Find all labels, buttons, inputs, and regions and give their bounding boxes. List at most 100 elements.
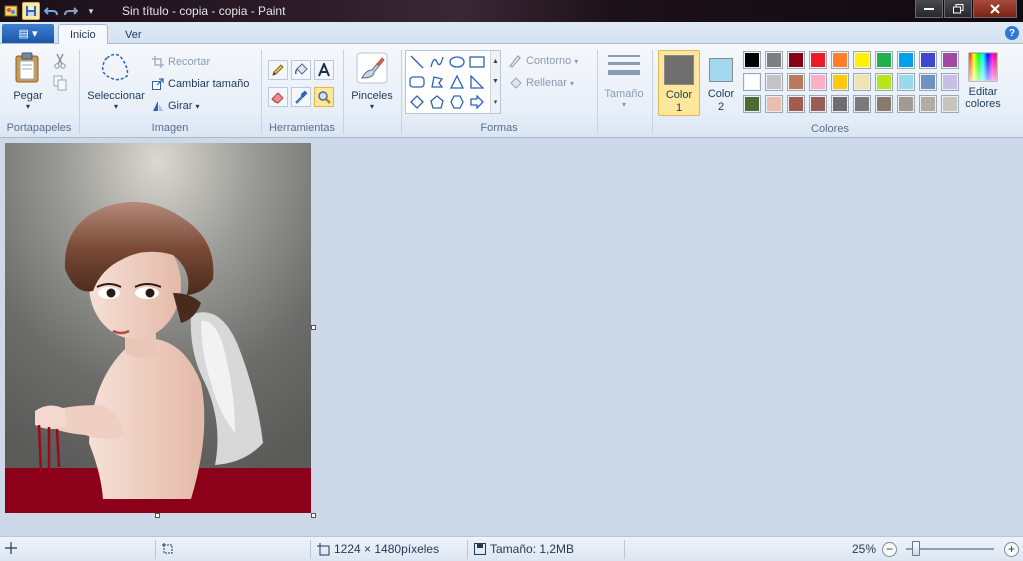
resize-handle-right[interactable] xyxy=(311,325,316,330)
fill-tool[interactable] xyxy=(291,60,311,80)
palette-swatch[interactable] xyxy=(875,73,893,91)
fill-shape-button[interactable]: Rellenar ▾ xyxy=(508,76,574,90)
scroll-up-icon[interactable]: ▲ xyxy=(492,58,499,65)
palette-swatch[interactable] xyxy=(809,51,827,69)
palette-swatch[interactable] xyxy=(941,51,959,69)
shape-rectangle-icon[interactable] xyxy=(468,53,486,71)
resize-button[interactable]: Cambiar tamaño xyxy=(152,78,249,90)
text-icon xyxy=(317,63,331,77)
palette-swatch[interactable] xyxy=(897,51,915,69)
shape-pentagon-icon[interactable] xyxy=(428,93,446,111)
cut-icon[interactable] xyxy=(53,53,67,69)
palette-swatch[interactable] xyxy=(941,73,959,91)
app-menu-button[interactable]: ▤ ▾ xyxy=(2,24,54,43)
shape-right-triangle-icon[interactable] xyxy=(468,73,486,91)
shape-curve-icon[interactable] xyxy=(428,53,446,71)
palette-swatch[interactable] xyxy=(809,95,827,113)
palette-swatch[interactable] xyxy=(787,95,805,113)
palette-swatch[interactable] xyxy=(853,73,871,91)
outline-button[interactable]: Contorno ▾ xyxy=(508,54,578,68)
crop-button[interactable]: Recortar xyxy=(152,56,210,68)
zoom-in-button[interactable]: + xyxy=(1004,542,1019,557)
group-label-imagen: Imagen xyxy=(151,122,189,134)
select-button[interactable]: Seleccionar ▾ xyxy=(84,52,148,111)
color-picker-tool[interactable] xyxy=(291,87,311,107)
free-select-icon xyxy=(99,52,133,84)
palette-swatch[interactable] xyxy=(831,73,849,91)
palette-swatch[interactable] xyxy=(897,73,915,91)
shape-line-icon[interactable] xyxy=(408,53,426,71)
undo-icon[interactable] xyxy=(42,2,60,20)
paint-app-icon[interactable] xyxy=(2,2,20,20)
resize-handle-bottom[interactable] xyxy=(155,513,160,518)
minimize-button[interactable] xyxy=(915,0,943,18)
brushes-button[interactable]: Pinceles ▾ xyxy=(348,52,396,111)
cursor-position-icon xyxy=(5,542,17,554)
palette-swatch[interactable] xyxy=(919,51,937,69)
color2-button[interactable]: Color 2 xyxy=(702,50,740,116)
palette-swatch[interactable] xyxy=(897,95,915,113)
color1-swatch xyxy=(664,55,694,85)
palette-swatch[interactable] xyxy=(919,95,937,113)
palette-swatch[interactable] xyxy=(809,73,827,91)
copy-icon[interactable] xyxy=(53,75,67,91)
paste-button[interactable]: Pegar ▾ xyxy=(8,52,48,111)
color1-button[interactable]: Color 1 xyxy=(658,50,700,116)
group-imagen: Seleccionar ▾ Recortar Cambiar tamaño Gi… xyxy=(80,46,260,136)
palette-swatch[interactable] xyxy=(787,51,805,69)
palette-swatch[interactable] xyxy=(743,95,761,113)
palette-swatch[interactable] xyxy=(765,73,783,91)
help-icon[interactable]: ? xyxy=(1005,26,1019,40)
palette-swatch[interactable] xyxy=(875,51,893,69)
paste-dropdown-icon: ▾ xyxy=(25,102,30,111)
shape-oval-icon[interactable] xyxy=(448,53,466,71)
palette-swatch[interactable] xyxy=(787,73,805,91)
tab-inicio[interactable]: Inicio xyxy=(58,24,108,45)
shape-rounded-rectangle-icon[interactable] xyxy=(408,73,426,91)
customize-quick-access-icon[interactable]: ▾ xyxy=(82,2,100,20)
shape-arrow-icon[interactable] xyxy=(468,93,486,111)
file-size: Tamaño: 1,2MB xyxy=(474,542,574,556)
redo-icon[interactable] xyxy=(62,2,80,20)
palette-swatch[interactable] xyxy=(875,95,893,113)
status-bar: 1224 × 1480píxeles Tamaño: 1,2MB 25% − + xyxy=(0,536,1023,561)
canvas-workspace[interactable] xyxy=(0,138,1023,536)
close-button[interactable] xyxy=(973,0,1017,18)
shape-polygon-icon[interactable] xyxy=(428,73,446,91)
zoom-slider-thumb[interactable] xyxy=(912,541,920,556)
rotate-button[interactable]: Girar ▾ xyxy=(152,100,199,112)
palette-swatch[interactable] xyxy=(853,51,871,69)
outline-icon xyxy=(508,54,522,68)
save-icon[interactable] xyxy=(22,2,40,20)
outline-dropdown-icon: ▾ xyxy=(574,56,579,66)
edit-colors-button[interactable]: Editar colores xyxy=(962,52,1004,110)
palette-swatch[interactable] xyxy=(831,51,849,69)
gallery-expand-icon[interactable]: ▾ xyxy=(494,98,498,106)
zoom-out-button[interactable]: − xyxy=(882,542,897,557)
tab-ver[interactable]: Ver xyxy=(114,24,153,45)
palette-swatch[interactable] xyxy=(941,95,959,113)
palette-swatch[interactable] xyxy=(743,51,761,69)
drawing-canvas[interactable] xyxy=(5,143,311,513)
shape-triangle-icon[interactable] xyxy=(448,73,466,91)
shapes-gallery-scrollbar[interactable]: ▲ ▼ ▾ xyxy=(490,51,500,113)
palette-swatch[interactable] xyxy=(831,95,849,113)
edit-colors-label-1: Editar xyxy=(968,86,998,98)
size-dropdown-icon: ▾ xyxy=(621,100,626,109)
size-button[interactable]: Tamaño ▾ xyxy=(600,52,648,109)
text-tool[interactable] xyxy=(314,60,334,80)
resize-handle-corner[interactable] xyxy=(311,513,316,518)
palette-swatch[interactable] xyxy=(743,73,761,91)
shape-diamond-icon[interactable] xyxy=(408,93,426,111)
palette-swatch[interactable] xyxy=(765,95,783,113)
fill-shape-dropdown-icon: ▾ xyxy=(569,78,574,88)
eraser-tool[interactable] xyxy=(268,87,288,107)
scroll-down-icon[interactable]: ▼ xyxy=(492,78,499,85)
magnifier-tool[interactable] xyxy=(314,87,334,107)
palette-swatch[interactable] xyxy=(919,73,937,91)
shape-hexagon-icon[interactable] xyxy=(448,93,466,111)
maximize-button[interactable] xyxy=(944,0,972,18)
palette-swatch[interactable] xyxy=(853,95,871,113)
pencil-tool[interactable] xyxy=(268,60,288,80)
palette-swatch[interactable] xyxy=(765,51,783,69)
